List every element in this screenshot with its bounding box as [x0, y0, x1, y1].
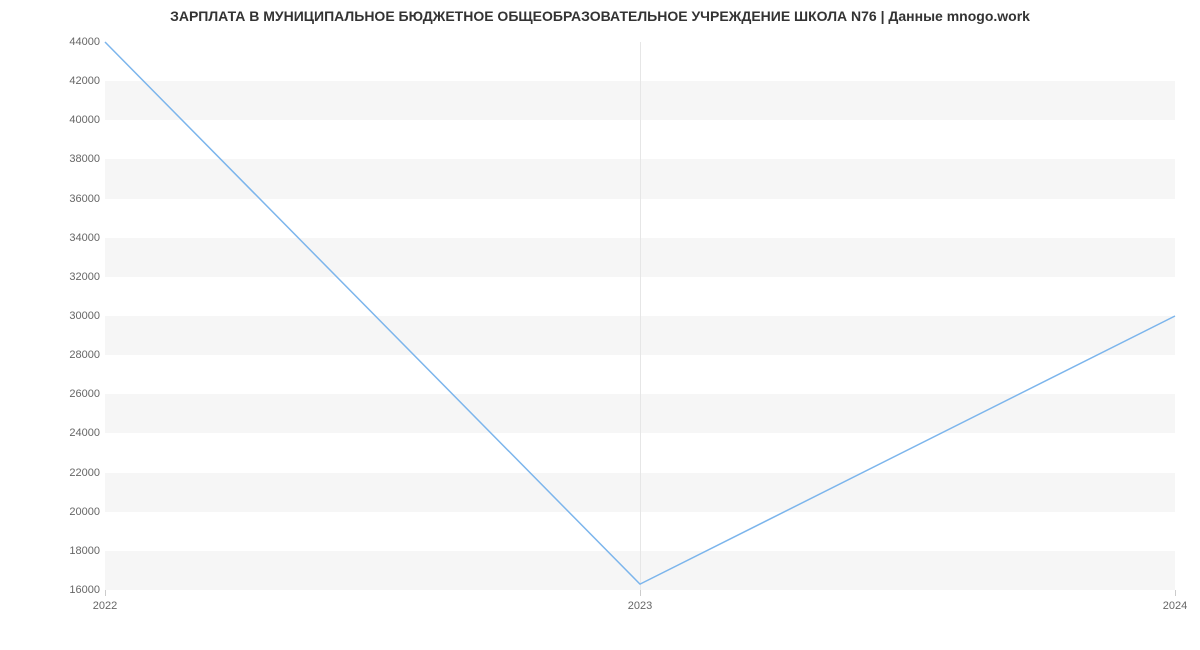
y-tick-label: 28000	[45, 349, 100, 361]
y-tick-label: 16000	[45, 584, 100, 596]
y-tick-label: 22000	[45, 467, 100, 479]
y-tick-label: 36000	[45, 193, 100, 205]
x-tick-mark	[1175, 590, 1176, 596]
y-tick-label: 20000	[45, 506, 100, 518]
y-tick-label: 18000	[45, 545, 100, 557]
line-series	[105, 42, 1175, 590]
x-tick-label: 2022	[93, 600, 117, 612]
x-tick-mark	[640, 590, 641, 596]
x-tick-label: 2023	[628, 600, 652, 612]
y-tick-label: 38000	[45, 153, 100, 165]
y-tick-label: 32000	[45, 271, 100, 283]
y-tick-label: 30000	[45, 310, 100, 322]
chart-title: ЗАРПЛАТА В МУНИЦИПАЛЬНОЕ БЮДЖЕТНОЕ ОБЩЕО…	[0, 8, 1200, 24]
plot-area: 1600018000200002200024000260002800030000…	[105, 42, 1175, 590]
x-tick-mark	[105, 590, 106, 596]
y-tick-label: 44000	[45, 36, 100, 48]
x-tick-label: 2024	[1163, 600, 1187, 612]
y-tick-label: 40000	[45, 114, 100, 126]
y-tick-label: 34000	[45, 232, 100, 244]
y-tick-label: 42000	[45, 75, 100, 87]
y-tick-label: 26000	[45, 388, 100, 400]
y-tick-label: 24000	[45, 427, 100, 439]
